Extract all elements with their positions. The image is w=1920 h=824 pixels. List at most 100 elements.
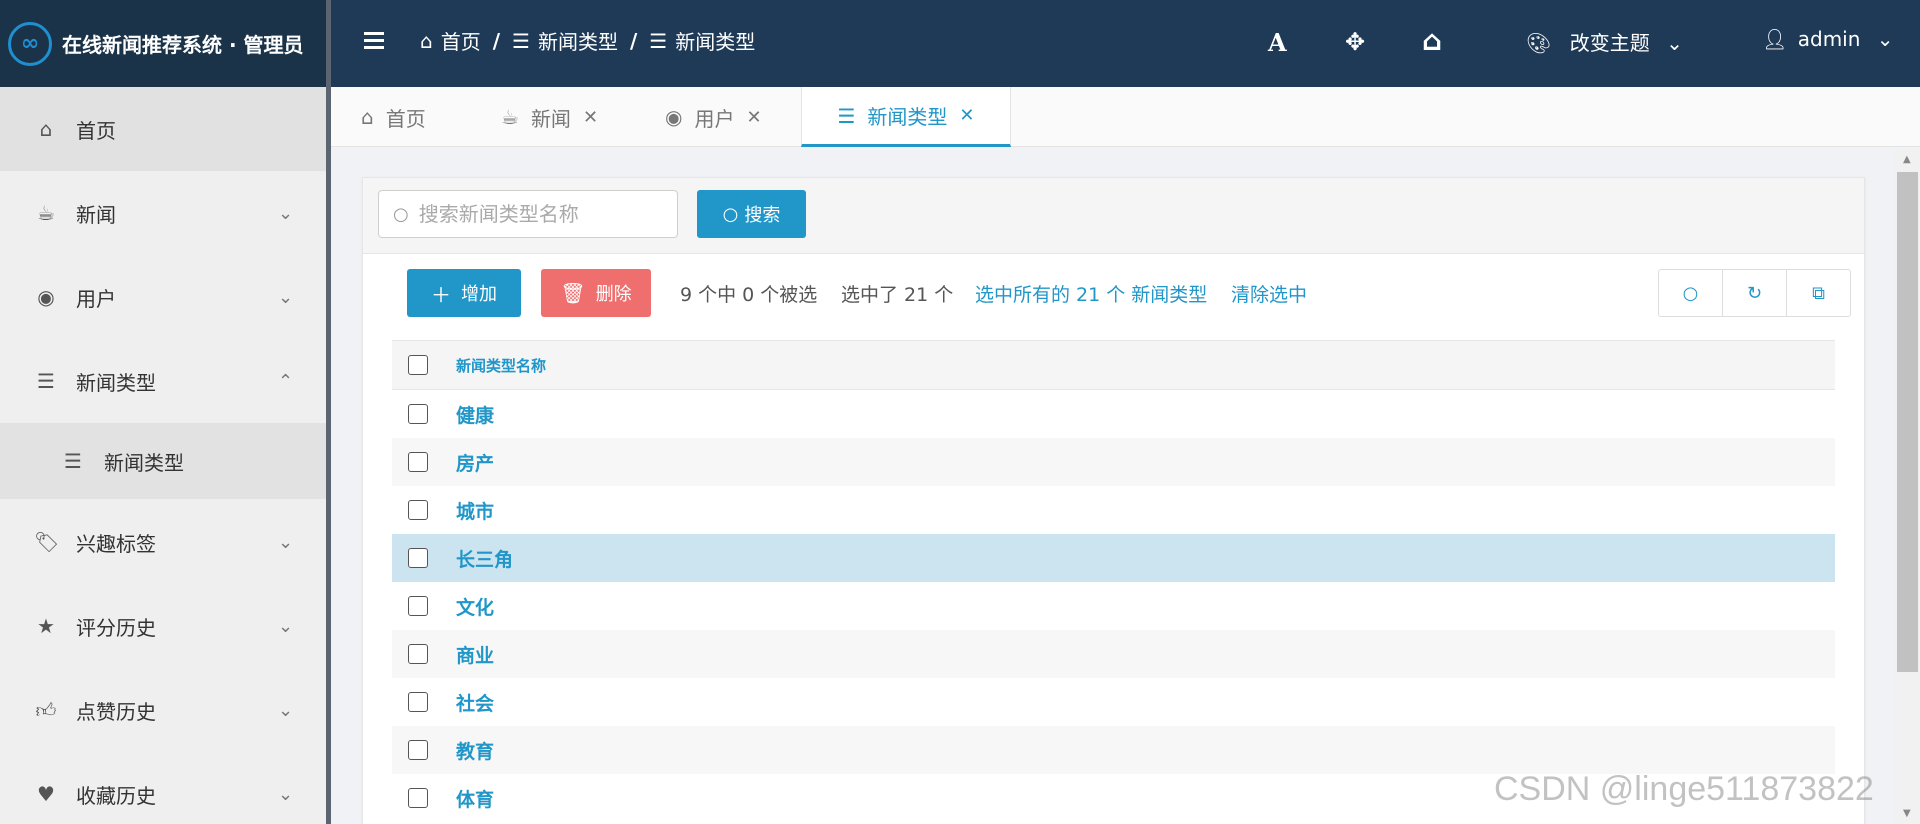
fullscreen-icon[interactable]: ✥ <box>1345 28 1365 56</box>
tab-newstype[interactable]: ☰ 新闻类型 ✕ <box>801 87 1011 147</box>
row-checkbox[interactable] <box>408 692 428 712</box>
export-icon[interactable]: ⧉ <box>1787 270 1850 316</box>
theme-label: 改变主题 <box>1569 31 1650 55</box>
font-size-icon[interactable]: A <box>1268 28 1287 57</box>
sidebar-item-interest-tags[interactable]: 🏷︎ 兴趣标签 ⌄ <box>0 500 326 584</box>
sidebar-item-newstype[interactable]: ☰ 新闻类型 ⌃ <box>0 339 326 423</box>
selected-count-text: 9 个中 0 个被选 <box>680 284 818 306</box>
tab-users[interactable]: ◉ 用户 ✕ <box>665 87 762 147</box>
chevron-down-icon: ⌄ <box>1876 27 1894 51</box>
table-tools: ○ ↻ ⧉ <box>1658 269 1851 317</box>
sidebar: ⌂ 首页 ☕︎ 新闻 ⌄ ◉ 用户 ⌄ ☰ 新闻类型 ⌃ ☰ 新闻类型 🏷︎ 兴… <box>0 87 326 824</box>
sidebar-item-rating-history[interactable]: ★ 评分历史 ⌄ <box>0 584 326 668</box>
refresh-icon[interactable]: ↻ <box>1723 270 1787 316</box>
row-checkbox[interactable] <box>408 500 428 520</box>
row-name-link[interactable]: 教育 <box>456 737 494 764</box>
chevron-down-icon: ⌄ <box>1666 31 1683 55</box>
chevron-up-icon: ⌃ <box>278 370 294 392</box>
search-button[interactable]: ○ 搜索 <box>697 190 806 238</box>
select-all-link[interactable]: 选中所有的 21 个 新闻类型 <box>975 280 1207 307</box>
user-menu[interactable]: 👤︎ admin ⌄ <box>1762 27 1894 51</box>
chevron-down-icon: ⌄ <box>278 286 294 308</box>
selected-total-text: 选中了 21 个 <box>841 284 954 306</box>
breadcrumb-separator: / <box>629 28 638 53</box>
row-name-link[interactable]: 长三角 <box>456 545 513 572</box>
table-row: 健康 <box>392 390 1835 438</box>
close-icon[interactable]: ✕ <box>959 105 974 126</box>
select-all-checkbox[interactable] <box>408 355 428 375</box>
user-icon: 👤︎ <box>1762 27 1788 51</box>
delete-button-label: 删除 <box>595 284 632 305</box>
row-checkbox[interactable] <box>408 452 428 472</box>
top-header: ∞ 在线新闻推荐系统 · 管理员 ⌂ 首页 / ☰ 新闻类型 / ☰ 新闻类型 … <box>0 0 1920 87</box>
sidebar-subitem-newstype[interactable]: ☰ 新闻类型 <box>0 423 326 499</box>
delete-button[interactable]: 🗑︎ 删除 <box>541 269 651 317</box>
column-header-name[interactable]: 新闻类型名称 <box>456 355 546 376</box>
sidebar-item-label: 新闻类型 <box>104 450 184 475</box>
user-circle-icon: ◉ <box>665 105 683 129</box>
clear-selection-link[interactable]: 清除选中 <box>1231 280 1307 307</box>
row-name-link[interactable]: 城市 <box>456 497 494 524</box>
search-toggle-icon[interactable]: ○ <box>1659 270 1723 316</box>
watermark: CSDN @linge511873822 <box>1494 770 1874 808</box>
sidebar-item-label: 点赞历史 <box>76 699 156 724</box>
add-button[interactable]: ＋ 增加 <box>407 269 521 317</box>
sidebar-item-label: 新闻 <box>76 202 116 227</box>
breadcrumb: ⌂ 首页 / ☰ 新闻类型 / ☰ 新闻类型 <box>420 26 755 55</box>
search-input[interactable] <box>418 202 659 226</box>
sidebar-item-favorite-history[interactable]: ♥ 收藏历史 ⌄ <box>0 752 326 824</box>
row-name-link[interactable]: 社会 <box>456 689 494 716</box>
row-name-link[interactable]: 商业 <box>456 641 494 668</box>
table-header: 新闻类型名称 <box>392 340 1835 390</box>
row-name-link[interactable]: 房产 <box>456 449 494 476</box>
sidebar-item-like-history[interactable]: 👍︎ 点赞历史 ⌄ <box>0 668 326 752</box>
scroll-up-arrow-icon[interactable]: ▲ <box>1903 154 1911 165</box>
search-field[interactable]: ○ <box>378 190 678 238</box>
table-row: 房产 <box>392 438 1835 486</box>
sidebar-item-news[interactable]: ☕︎ 新闻 ⌄ <box>0 171 326 255</box>
tags-icon: 🏷︎ <box>34 530 60 554</box>
user-circle-icon: ◉ <box>37 285 55 309</box>
row-name-link[interactable]: 文化 <box>456 593 494 620</box>
tab-home[interactable]: ⌂ 首页 <box>361 87 426 147</box>
tab-news[interactable]: ☕︎ 新闻 ✕ <box>501 87 598 147</box>
thumbs-up-icon: 👍︎ <box>35 697 57 722</box>
heart-icon: ♥ <box>37 782 55 806</box>
row-checkbox[interactable] <box>408 548 428 568</box>
row-checkbox[interactable] <box>408 740 428 760</box>
menu-toggle-icon[interactable] <box>364 32 384 50</box>
search-icon: ○ <box>722 203 739 225</box>
breadcrumb-item-home[interactable]: 首页 <box>441 26 481 55</box>
logo-icon: ∞ <box>8 21 52 66</box>
close-icon[interactable]: ✕ <box>583 107 598 128</box>
scroll-down-arrow-icon[interactable]: ▼ <box>1903 808 1911 819</box>
row-checkbox[interactable] <box>408 788 428 808</box>
tab-label: 新闻类型 <box>867 105 948 129</box>
close-icon[interactable]: ✕ <box>746 107 761 128</box>
breadcrumb-item-newstype[interactable]: 新闻类型 <box>538 26 618 55</box>
star-icon: ★ <box>37 614 55 638</box>
list-icon: ☰ <box>37 369 55 393</box>
row-checkbox[interactable] <box>408 404 428 424</box>
table-row: 社会 <box>392 678 1835 726</box>
row-checkbox[interactable] <box>408 644 428 664</box>
trash-icon: 🗑︎ <box>560 281 586 305</box>
tab-bar: ⌂ 首页 ☕︎ 新闻 ✕ ◉ 用户 ✕ ☰ 新闻类型 ✕ <box>331 87 1920 147</box>
theme-switcher[interactable]: 🎨︎ 改变主题 ⌄ <box>1526 27 1683 56</box>
chevron-down-icon: ⌄ <box>278 615 294 637</box>
sidebar-item-home[interactable]: ⌂ 首页 <box>0 87 326 171</box>
coffee-icon: ☕︎ <box>501 105 519 129</box>
table-row: 教育 <box>392 726 1835 774</box>
sidebar-item-label: 首页 <box>76 118 116 143</box>
page-scrollbar[interactable]: ▲ ▼ <box>1895 150 1920 824</box>
scrollbar-thumb[interactable] <box>1897 172 1918 672</box>
search-icon: ○ <box>393 203 409 225</box>
table-row: 文化 <box>392 582 1835 630</box>
row-name-link[interactable]: 健康 <box>456 401 494 428</box>
chevron-down-icon: ⌄ <box>278 202 294 224</box>
row-name-link[interactable]: 体育 <box>456 785 494 812</box>
home-icon[interactable]: ⌂ <box>1422 24 1442 57</box>
sidebar-item-users[interactable]: ◉ 用户 ⌄ <box>0 255 326 339</box>
row-checkbox[interactable] <box>408 596 428 616</box>
breadcrumb-separator: / <box>492 28 501 53</box>
